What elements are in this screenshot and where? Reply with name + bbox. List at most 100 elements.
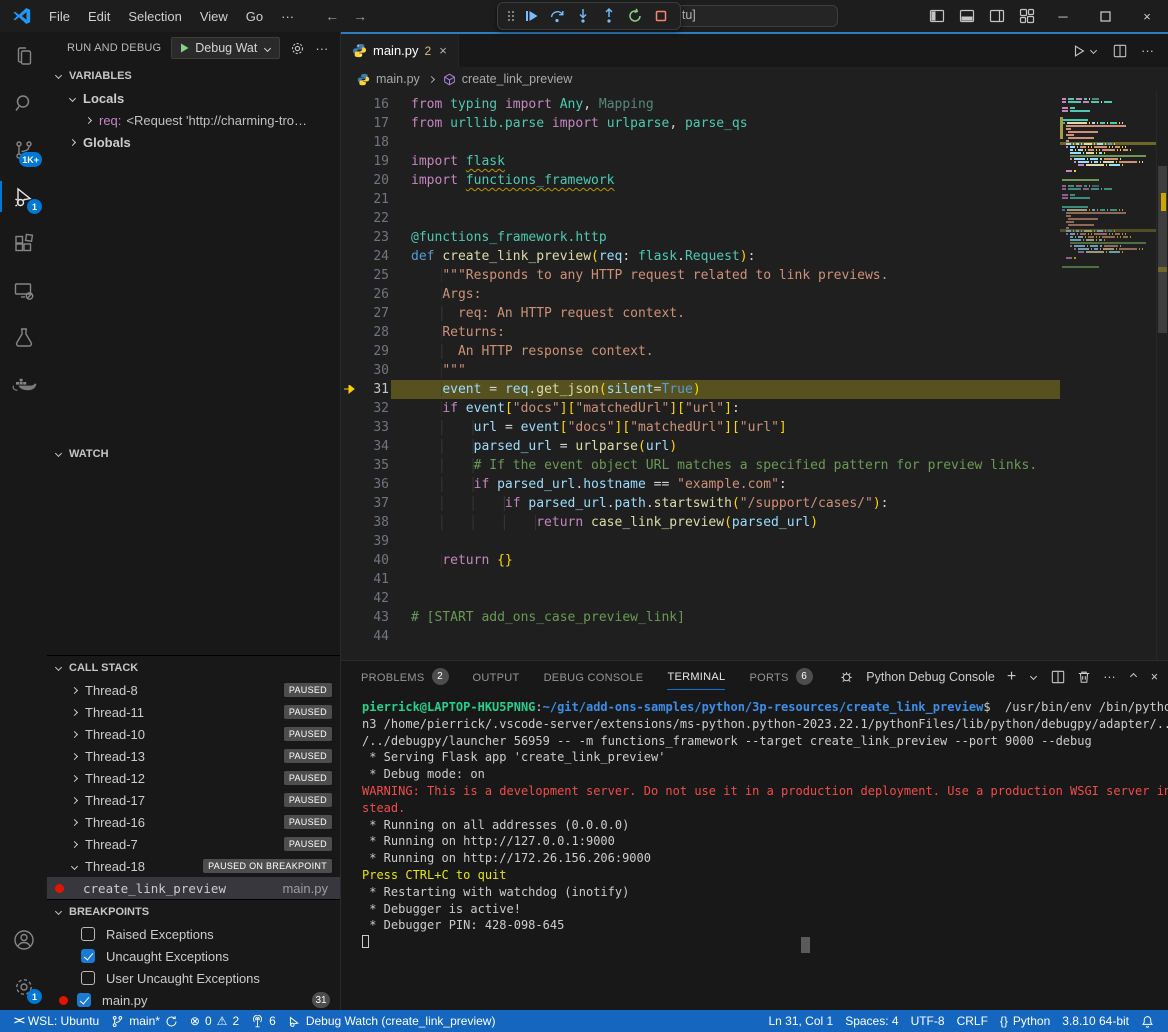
menu-view[interactable]: View — [191, 5, 237, 27]
menu-[interactable]: ··· — [272, 5, 303, 27]
new-terminal-icon[interactable]: + — [1007, 668, 1016, 686]
tab-main-py[interactable]: main.py 2 × — [341, 34, 459, 67]
globals-row[interactable]: Globals — [47, 131, 340, 153]
line-number[interactable]: 19 — [359, 152, 389, 171]
breakpoint-row[interactable]: Raised Exceptions — [47, 923, 340, 945]
code-line[interactable]: 34 parsed_url = urlparse(url) — [341, 437, 1060, 456]
cursor-position[interactable]: Ln 31, Col 1 — [762, 1014, 839, 1028]
breakpoint-row[interactable]: main.py31 — [47, 989, 340, 1010]
line-number[interactable]: 31 — [359, 380, 389, 399]
breakpoint-row[interactable]: Uncaught Exceptions — [47, 945, 340, 967]
watch-header[interactable]: WATCH — [47, 442, 340, 465]
code-line[interactable]: 38 return case_link_preview(parsed_url) — [341, 513, 1060, 532]
menu-selection[interactable]: Selection — [119, 5, 190, 27]
terminal-scrollbar-thumb[interactable] — [801, 937, 810, 953]
code-line[interactable]: 41 — [341, 570, 1060, 589]
split-terminal-icon[interactable] — [1051, 670, 1065, 684]
terminal-dropdown-icon[interactable] — [1030, 673, 1037, 680]
variables-header[interactable]: VARIABLES — [47, 64, 340, 87]
remote-indicator[interactable]: ><WSL: Ubuntu — [8, 1010, 105, 1032]
toolbar-grip-icon[interactable] — [506, 8, 516, 24]
thread-row[interactable]: Thread-10PAUSED — [47, 723, 340, 745]
line-number[interactable]: 20 — [359, 171, 389, 190]
line-number[interactable]: 36 — [359, 475, 389, 494]
line-number[interactable]: 23 — [359, 228, 389, 247]
minimap[interactable] — [1060, 91, 1156, 660]
python-interpreter[interactable]: 3.8.10 64-bit — [1056, 1014, 1135, 1028]
line-number[interactable]: 30 — [359, 361, 389, 380]
minimize-button[interactable]: ─ — [1042, 0, 1084, 32]
code-line[interactable]: 37 if parsed_url.path.startswith("/suppo… — [341, 494, 1060, 513]
breadcrumb-file[interactable]: main.py — [376, 72, 420, 86]
indentation[interactable]: Spaces: 4 — [839, 1014, 904, 1028]
launch-config-dropdown[interactable]: Debug Wat — [171, 37, 280, 59]
line-number[interactable]: 38 — [359, 513, 389, 532]
line-number[interactable]: 42 — [359, 589, 389, 608]
panel-tab-debug-console[interactable]: DEBUG CONSOLE — [544, 661, 644, 692]
debug-continue-button[interactable] — [520, 5, 542, 27]
menu-file[interactable]: File — [40, 5, 79, 27]
code-line[interactable]: 18 — [341, 133, 1060, 152]
editor-more-actions-icon[interactable]: ··· — [1141, 43, 1154, 58]
nav-forward-icon[interactable]: → — [353, 8, 367, 24]
git-branch[interactable]: main* — [105, 1010, 184, 1032]
code-line[interactable]: 40 return {} — [341, 551, 1060, 570]
maximize-panel-icon[interactable] — [1130, 673, 1137, 680]
code-line[interactable]: 31 event = req.get_json(silent=True) — [341, 380, 1060, 399]
line-number[interactable]: 44 — [359, 627, 389, 646]
line-number[interactable]: 35 — [359, 456, 389, 475]
toggle-secondary-sidebar-icon[interactable] — [982, 0, 1012, 32]
nav-back-icon[interactable]: ← — [325, 8, 339, 24]
code-line[interactable]: 29 An HTTP response context. — [341, 342, 1060, 361]
code-line[interactable]: 43# [START add_ons_case_preview_link] — [341, 608, 1060, 627]
terminal[interactable]: pierrick@LAPTOP-HKU5PNNG:~/git/add-ons-s… — [341, 692, 1168, 1010]
code-line[interactable]: 24def create_link_preview(req: flask.Req… — [341, 247, 1060, 266]
eol-sequence[interactable]: CRLF — [951, 1014, 994, 1028]
breakpoints-header[interactable]: BREAKPOINTS — [47, 900, 340, 923]
menu-go[interactable]: Go — [237, 5, 272, 27]
menu-edit[interactable]: Edit — [79, 5, 119, 27]
code-line[interactable]: 19import flask — [341, 152, 1060, 171]
code-line[interactable]: 44 — [341, 627, 1060, 646]
scrollbar-thumb[interactable] — [1158, 166, 1167, 333]
line-number[interactable]: 41 — [359, 570, 389, 589]
debug-status[interactable]: Debug Watch (create_link_preview) — [282, 1010, 502, 1032]
tab-close-icon[interactable]: × — [439, 43, 447, 58]
line-number[interactable]: 37 — [359, 494, 389, 513]
terminal-title[interactable]: Python Debug Console — [866, 670, 995, 684]
breakpoint-checkbox[interactable] — [81, 971, 95, 985]
line-number[interactable]: 33 — [359, 418, 389, 437]
debug-stop-button[interactable] — [650, 5, 672, 27]
line-number[interactable]: 16 — [359, 95, 389, 114]
breakpoint-checkbox[interactable] — [81, 949, 95, 963]
code-line[interactable]: 27 req: An HTTP request context. — [341, 304, 1060, 323]
line-number[interactable]: 28 — [359, 323, 389, 342]
customize-layout-icon[interactable] — [1012, 0, 1042, 32]
line-number[interactable]: 40 — [359, 551, 389, 570]
code-line[interactable]: 32 if event["docs"]["matchedUrl"]["url"]… — [341, 399, 1060, 418]
call-stack-header[interactable]: CALL STACK — [47, 656, 340, 679]
code-line[interactable]: 26 Args: — [341, 285, 1060, 304]
code-line[interactable]: 16from typing import Any, Mapping — [341, 95, 1060, 114]
settings-gear-icon[interactable]: 1 — [0, 963, 47, 1010]
thread-row[interactable]: Thread-13PAUSED — [47, 745, 340, 767]
locals-row[interactable]: Locals — [47, 87, 340, 109]
debug-step-over-button[interactable] — [546, 5, 568, 27]
line-number[interactable]: 21 — [359, 190, 389, 209]
line-number[interactable]: 39 — [359, 532, 389, 551]
search-icon[interactable] — [0, 79, 47, 126]
debug-restart-button[interactable] — [624, 5, 646, 27]
thread-row[interactable]: Thread-8PAUSED — [47, 679, 340, 701]
line-number[interactable]: 18 — [359, 133, 389, 152]
code-line[interactable]: 22 — [341, 209, 1060, 228]
code-line[interactable]: 39 — [341, 532, 1060, 551]
panel-tab-problems[interactable]: PROBLEMS2 — [361, 661, 449, 692]
debug-settings-gear-icon[interactable] — [290, 41, 305, 56]
line-number[interactable]: 22 — [359, 209, 389, 228]
code-line[interactable]: 21 — [341, 190, 1060, 209]
breakpoint-checkbox[interactable] — [81, 927, 95, 941]
debug-step-out-button[interactable] — [598, 5, 620, 27]
line-number[interactable]: 32 — [359, 399, 389, 418]
close-panel-icon[interactable]: × — [1151, 670, 1158, 684]
language-mode[interactable]: {}Python — [994, 1014, 1056, 1028]
